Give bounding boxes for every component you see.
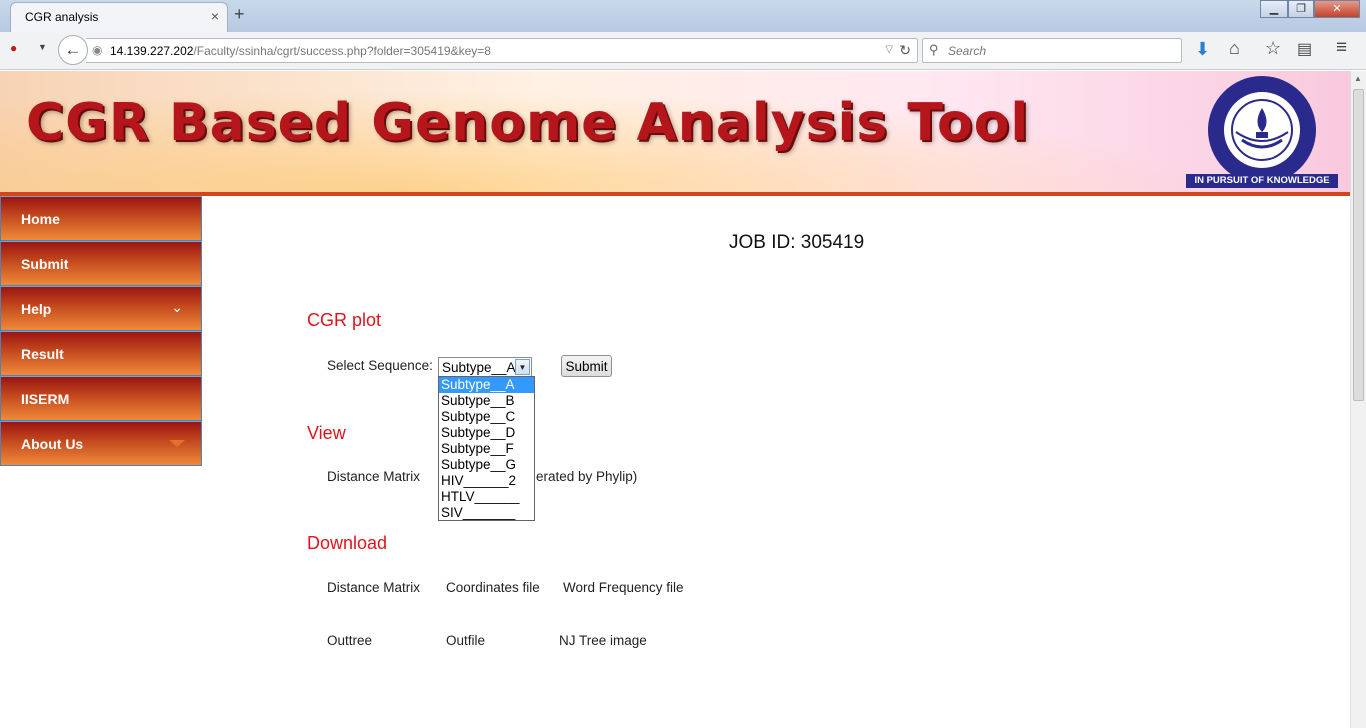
sidebar-item-iiserm[interactable]: IISERM — [0, 376, 202, 421]
dropdown-option[interactable]: Subtype__B — [439, 393, 534, 409]
dropdown-option[interactable]: Subtype__G — [439, 457, 534, 473]
dropdown-option[interactable]: Subtype__F — [439, 441, 534, 457]
sequence-select[interactable]: Subtype__A ▼ — [438, 357, 532, 377]
phylip-note: erated by Phylip) — [536, 469, 638, 484]
url-dropdown-icon[interactable]: ▽ — [885, 44, 893, 55]
tab-title: CGR analysis — [25, 10, 99, 24]
bookmark-star-icon[interactable]: ☆ — [1265, 38, 1281, 59]
browser-titlebar: CGR analysis × + ▁ ❐ ✕ — [0, 0, 1366, 32]
download-word-frequency-link[interactable]: Word Frequency file — [563, 580, 684, 595]
sequence-dropdown-list: Subtype__A Subtype__B Subtype__C Subtype… — [438, 376, 535, 521]
home-icon[interactable]: ⌂ — [1229, 38, 1240, 59]
tab-close-icon[interactable]: × — [211, 8, 219, 24]
cgr-plot-heading: CGR plot — [307, 310, 382, 330]
download-distance-matrix-link[interactable]: Distance Matrix — [327, 580, 420, 595]
scroll-thumb[interactable] — [1353, 89, 1364, 401]
dropdown-option[interactable]: HTLV______ — [439, 489, 534, 505]
select-dropdown-icon[interactable]: ▼ — [515, 359, 530, 375]
sidebar-item-home[interactable]: Home — [0, 196, 202, 241]
sidebar-item-label: About Us — [21, 436, 84, 452]
url-bar[interactable]: ◉ 14.139.227.202/Faculty/ssinha/cgrt/suc… — [86, 38, 918, 63]
download-icon[interactable]: ⬇ — [1195, 39, 1210, 60]
sidebar-item-result[interactable]: Result — [0, 331, 202, 376]
view-distance-matrix-link[interactable]: Distance Matrix — [327, 469, 420, 484]
sidebar-menu: Home Submit Help ⌄ Result IISERM About U… — [0, 196, 202, 466]
download-outtree-link[interactable]: Outtree — [327, 633, 372, 648]
globe-icon: ◉ — [92, 43, 103, 57]
scroll-up-icon[interactable]: ▲ — [1354, 74, 1362, 83]
search-placeholder: Search — [948, 44, 987, 58]
new-tab-icon[interactable]: + — [234, 4, 245, 25]
sequence-select-value: Subtype__A — [442, 360, 516, 375]
url-text[interactable]: 14.139.227.202/Faculty/ssinha/cgrt/succe… — [110, 44, 491, 58]
sidebar-item-label: IISERM — [21, 391, 70, 407]
page-scrollbar[interactable]: ▲ — [1350, 71, 1366, 728]
sidebar-item-help[interactable]: Help ⌄ — [0, 286, 202, 331]
job-id: JOB ID: 305419 — [729, 232, 865, 253]
chevron-down-icon: ⌄ — [171, 299, 183, 315]
cgr-submit-button[interactable]: Submit — [561, 355, 612, 377]
history-dropdown-icon[interactable]: ▼ — [38, 42, 47, 52]
back-arrow-icon: ← — [64, 40, 82, 59]
dropdown-option[interactable]: Subtype__C — [439, 409, 534, 425]
download-heading: Download — [307, 533, 388, 553]
download-nj-tree-link[interactable]: NJ Tree image — [559, 633, 647, 648]
banner-title: CGR Based Genome Analysis Tool — [26, 93, 1030, 153]
back-button[interactable]: ← — [58, 35, 88, 65]
reload-icon[interactable]: ↻ — [899, 42, 911, 59]
sidebar-item-label: Home — [21, 211, 60, 227]
search-bar[interactable]: ⚲ Search — [922, 38, 1182, 63]
dropdown-option[interactable]: SIV_______ — [439, 505, 534, 521]
sidebar-item-submit[interactable]: Submit — [0, 241, 202, 286]
sidebar-item-label: Submit — [21, 256, 69, 272]
dropdown-arrow-icon — [169, 440, 185, 447]
sidebar-item-label: Help — [21, 301, 52, 317]
dropdown-option[interactable]: HIV______2 — [439, 473, 534, 489]
dropdown-option[interactable]: Subtype__A — [439, 377, 534, 393]
search-icon: ⚲ — [929, 42, 939, 57]
download-coordinates-link[interactable]: Coordinates file — [446, 580, 540, 595]
select-sequence-label: Select Sequence: — [327, 358, 433, 373]
site-banner: CGR Based Genome Analysis Tool IN PURSUI… — [0, 71, 1350, 196]
reading-list-icon[interactable]: ▤ — [1297, 39, 1312, 59]
view-heading: View — [307, 423, 346, 443]
menu-icon[interactable]: ≡ — [1336, 37, 1347, 59]
addon-icon[interactable]: ● — [10, 41, 17, 55]
iiser-logo-icon — [1208, 76, 1316, 184]
close-window-icon[interactable]: ✕ — [1314, 0, 1360, 18]
sidebar-item-label: Result — [21, 346, 64, 362]
download-outfile-link[interactable]: Outfile — [446, 633, 485, 648]
logo-caption: IN PURSUIT OF KNOWLEDGE — [1186, 174, 1338, 188]
browser-tab[interactable]: CGR analysis × — [10, 2, 228, 32]
browser-navbar: ● ▼ ◉ 14.139.227.202/Faculty/ssinha/cgrt… — [0, 32, 1366, 70]
minimize-icon[interactable]: ▁ — [1260, 0, 1288, 18]
dropdown-option[interactable]: Subtype__D — [439, 425, 534, 441]
sidebar-item-about-us[interactable]: About Us — [0, 421, 202, 466]
maximize-icon[interactable]: ❐ — [1288, 0, 1314, 18]
